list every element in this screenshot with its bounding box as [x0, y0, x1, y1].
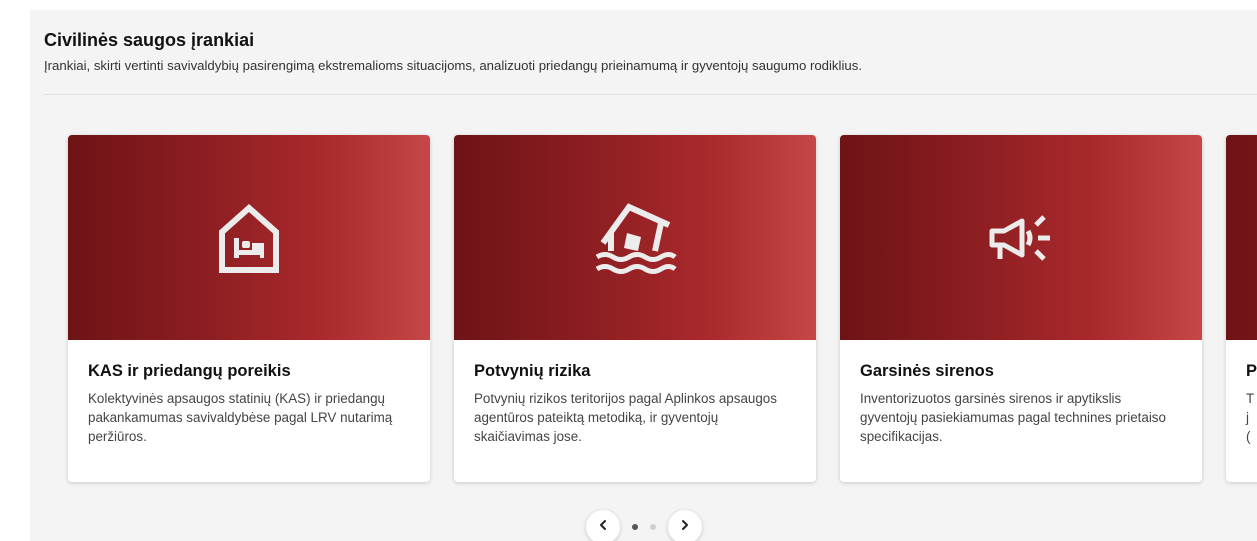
- card-description: T j (: [1246, 391, 1255, 444]
- carousel-prev-button[interactable]: [586, 510, 620, 541]
- carousel-pagination: [586, 510, 702, 541]
- card-hero: [840, 135, 1202, 340]
- tool-card-shelters[interactable]: KAS ir priedangų poreikis Kolektyvinės a…: [68, 135, 430, 482]
- card-title: P: [1246, 362, 1257, 380]
- tool-card-flood-risk[interactable]: Potvynių rizika Potvynių rizikos teritor…: [454, 135, 816, 482]
- card-title: Garsinės sirenos: [860, 362, 994, 380]
- page-dot[interactable]: [650, 524, 656, 530]
- page-dot-active[interactable]: [632, 524, 638, 530]
- card-title: Potvynių rizika: [474, 362, 591, 380]
- chevron-left-icon: [597, 518, 609, 536]
- section-header: Civilinės saugos įrankiai Įrankiai, skir…: [44, 29, 1257, 75]
- card-hero: [454, 135, 816, 340]
- tool-card-partial[interactable]: P T j (: [1226, 135, 1257, 482]
- card-body: Garsinės sirenos Inventorizuotos garsinė…: [860, 360, 1182, 446]
- card-body: KAS ir priedangų poreikis Kolektyvinės a…: [88, 360, 410, 446]
- carousel-next-button[interactable]: [668, 510, 702, 541]
- card-hero: [68, 135, 430, 340]
- megaphone-icon: [986, 203, 1056, 273]
- card-description: Kolektyvinės apsaugos statinių (KAS) ir …: [88, 391, 393, 444]
- card-description: Inventorizuotos garsinės sirenos ir apyt…: [860, 391, 1166, 444]
- shelter-bed-icon: [216, 202, 282, 274]
- flooded-house-icon: [589, 199, 681, 277]
- section-title: Civilinės saugos įrankiai: [44, 30, 255, 50]
- card-hero: [1226, 135, 1257, 340]
- header-divider: [44, 94, 1257, 95]
- tool-card-sirens[interactable]: Garsinės sirenos Inventorizuotos garsinė…: [840, 135, 1202, 482]
- card-description: Potvynių rizikos teritorijos pagal Aplin…: [474, 391, 777, 444]
- card-body: Potvynių rizika Potvynių rizikos teritor…: [474, 360, 796, 446]
- card-body: P T j (: [1246, 360, 1257, 446]
- card-title: KAS ir priedangų poreikis: [88, 362, 291, 380]
- section-subtitle: Įrankiai, skirti vertinti savivaldybių p…: [44, 58, 862, 73]
- civil-safety-tools-section: Civilinės saugos įrankiai Įrankiai, skir…: [30, 10, 1257, 541]
- chevron-right-icon: [679, 518, 691, 536]
